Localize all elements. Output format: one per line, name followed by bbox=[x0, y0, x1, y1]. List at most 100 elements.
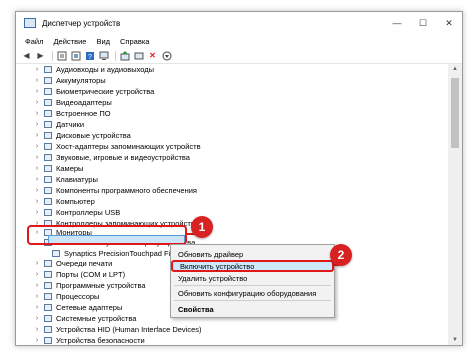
tree-item-security[interactable]: › Устройства безопасности bbox=[33, 335, 145, 345]
maximize-button[interactable]: ☐ bbox=[410, 12, 436, 34]
chevron-right-icon[interactable]: › bbox=[33, 315, 41, 322]
menu-help[interactable]: Справка bbox=[115, 37, 154, 46]
battery-icon bbox=[44, 77, 52, 84]
scroll-down-icon[interactable]: ▼ bbox=[448, 337, 462, 343]
help-icon[interactable]: ? bbox=[84, 50, 95, 61]
tree-item-sound[interactable]: › Звуковые, игровые и видеоустройства bbox=[33, 152, 190, 163]
tree-item-label: Видеоадаптеры bbox=[56, 98, 112, 107]
chevron-right-icon[interactable]: › bbox=[33, 282, 41, 289]
chevron-right-icon[interactable]: › bbox=[33, 165, 41, 172]
window-controls: — ☐ ✕ bbox=[384, 12, 462, 34]
chevron-right-icon[interactable]: › bbox=[33, 99, 41, 106]
forward-icon[interactable]: ▶ bbox=[35, 50, 46, 61]
enable-device-icon[interactable] bbox=[133, 50, 144, 61]
minimize-button[interactable]: — bbox=[384, 12, 410, 34]
menu-item-uninstall-device[interactable]: Удалить устройство bbox=[171, 272, 334, 284]
tree-item-print-queues[interactable]: › Очереди печати bbox=[33, 259, 112, 267]
chevron-right-icon[interactable]: › bbox=[33, 154, 41, 161]
tree-item-ports[interactable]: › Порты (COM и LPT) bbox=[33, 269, 125, 280]
tree-item-disk-drives[interactable]: › Дисковые устройства bbox=[33, 130, 131, 141]
tree-item-network[interactable]: › Сетевые адаптеры bbox=[33, 302, 123, 313]
menu-file[interactable]: Файл bbox=[20, 37, 48, 46]
tree-item-label: Дисковые устройства bbox=[56, 131, 131, 140]
tree-item-computer[interactable]: › Компьютер bbox=[33, 196, 95, 207]
toolbar: ◀ ▶ ? ✕ bbox=[16, 48, 462, 64]
menu-bar: Файл Действие Вид Справка bbox=[16, 34, 462, 48]
chevron-right-icon[interactable]: › bbox=[33, 187, 41, 194]
tree-item-system[interactable]: › Системные устройства bbox=[33, 313, 137, 324]
tree-item-label: Системные устройства bbox=[56, 314, 137, 323]
chevron-right-icon[interactable]: › bbox=[33, 198, 41, 205]
network-adapter-icon bbox=[44, 304, 52, 311]
tree-item-cameras[interactable]: › Камеры bbox=[33, 163, 84, 174]
tree-item-label: Устройства безопасности bbox=[56, 336, 145, 345]
chevron-right-icon[interactable]: › bbox=[33, 176, 41, 183]
tree-item-hid[interactable]: › Устройства HID (Human Interface Devices… bbox=[33, 324, 202, 335]
vertical-scrollbar[interactable]: ▲ ▼ bbox=[448, 64, 462, 345]
software-component-icon bbox=[44, 187, 52, 194]
scan-hardware-icon[interactable] bbox=[98, 50, 109, 61]
chevron-right-icon[interactable]: › bbox=[33, 110, 41, 117]
keyboard-icon bbox=[44, 176, 52, 183]
chevron-right-icon[interactable]: › bbox=[33, 132, 41, 139]
tree-item-label: Клавиатуры bbox=[56, 175, 98, 184]
tree-item-label: Сетевые адаптеры bbox=[56, 303, 123, 312]
annotation-badge-2: 2 bbox=[330, 244, 352, 266]
scroll-thumb[interactable] bbox=[451, 78, 459, 148]
chevron-right-icon[interactable]: › bbox=[33, 326, 41, 333]
chevron-right-icon[interactable]: › bbox=[33, 260, 41, 267]
properties-icon[interactable] bbox=[56, 50, 67, 61]
tree-item-batteries[interactable]: › Аккумуляторы bbox=[33, 75, 106, 86]
storage-host-icon bbox=[44, 143, 52, 150]
chevron-right-icon[interactable]: › bbox=[33, 121, 41, 128]
chevron-right-icon[interactable]: › bbox=[33, 66, 41, 73]
tree-item-audio[interactable]: › Аудиовходы и аудиовыходы bbox=[33, 64, 154, 75]
context-menu: Обновить драйвер Включить устройство Уда… bbox=[170, 244, 335, 318]
menu-item-update-driver[interactable]: Обновить драйвер bbox=[171, 248, 334, 260]
download-icon[interactable] bbox=[161, 50, 172, 61]
software-device-icon bbox=[44, 282, 52, 289]
port-icon bbox=[44, 271, 52, 278]
chevron-right-icon[interactable]: › bbox=[33, 271, 41, 278]
tree-item-label: Порты (COM и LPT) bbox=[56, 270, 126, 279]
tree-item-label: Компьютер bbox=[56, 197, 95, 206]
chevron-right-icon[interactable]: › bbox=[33, 88, 41, 95]
annotation-highlight-box bbox=[27, 225, 187, 245]
tree-item-keyboards[interactable]: › Клавиатуры bbox=[33, 174, 98, 185]
printer-icon bbox=[44, 259, 52, 267]
window-title: Диспетчер устройств bbox=[42, 18, 121, 28]
tree-item-firmware[interactable]: › Встроенное ПО bbox=[33, 108, 111, 119]
chevron-right-icon[interactable]: › bbox=[33, 293, 41, 300]
chevron-right-icon[interactable]: › bbox=[33, 337, 41, 344]
tree-item-sensors[interactable]: › Датчики bbox=[33, 119, 84, 130]
tree-item-usb[interactable]: › Контроллеры USB bbox=[33, 207, 120, 218]
tree-item-biometric[interactable]: › Биометрические устройства bbox=[33, 86, 155, 97]
update-driver-icon[interactable] bbox=[119, 50, 130, 61]
tree-item-label: Биометрические устройства bbox=[56, 87, 155, 96]
usb-icon bbox=[44, 209, 52, 216]
tree-item-label: Очереди печати bbox=[56, 259, 113, 267]
tree-item-processors[interactable]: › Процессоры bbox=[33, 291, 100, 302]
menu-item-scan-hardware[interactable]: Обновить конфигурацию оборудования bbox=[171, 287, 334, 299]
chevron-right-icon[interactable]: › bbox=[33, 77, 41, 84]
security-device-icon bbox=[44, 337, 52, 344]
svg-text:?: ? bbox=[88, 54, 92, 61]
tree-item-storage-host[interactable]: › Хост-адаптеры запоминающих устройств bbox=[33, 141, 201, 152]
uninstall-icon[interactable]: ✕ bbox=[147, 50, 158, 61]
menu-action[interactable]: Действие bbox=[48, 37, 91, 46]
menu-view[interactable]: Вид bbox=[91, 37, 115, 46]
chevron-right-icon[interactable]: › bbox=[33, 209, 41, 216]
tree-item-label: Встроенное ПО bbox=[56, 109, 111, 118]
tree-item-label: Аккумуляторы bbox=[56, 76, 106, 85]
chevron-right-icon[interactable]: › bbox=[33, 143, 41, 150]
tree-item-software-components[interactable]: › Компоненты программного обеспечения bbox=[33, 185, 197, 196]
refresh-icon[interactable] bbox=[70, 50, 81, 61]
scroll-up-icon[interactable]: ▲ bbox=[448, 66, 462, 72]
close-button[interactable]: ✕ bbox=[436, 12, 462, 34]
tree-item-software-devices[interactable]: › Программные устройства bbox=[33, 280, 146, 291]
menu-item-properties[interactable]: Свойства bbox=[171, 303, 334, 315]
chevron-right-icon[interactable]: › bbox=[33, 304, 41, 311]
back-icon[interactable]: ◀ bbox=[21, 50, 32, 61]
tree-item-display-adapters[interactable]: › Видеоадаптеры bbox=[33, 97, 112, 108]
menu-item-enable-device[interactable]: Включить устройство bbox=[171, 260, 334, 272]
